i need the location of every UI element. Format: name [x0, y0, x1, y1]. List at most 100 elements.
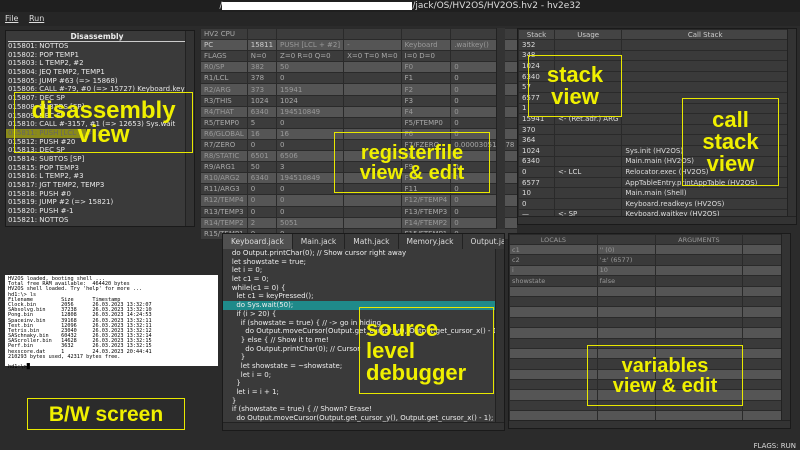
disassembly-line[interactable]: 015801: NOTTOS: [6, 42, 194, 51]
register-value[interactable]: 0: [450, 116, 519, 129]
register-value[interactable]: 0: [450, 216, 519, 229]
tab-main-jack[interactable]: Main.jack: [292, 234, 346, 249]
register-value[interactable]: [276, 27, 345, 41]
tab-keyboard-jack[interactable]: Keyboard.jack: [223, 234, 293, 249]
stack-scrollbar[interactable]: [787, 29, 796, 224]
register-value[interactable]: 1024: [276, 94, 345, 107]
register-value[interactable]: [343, 94, 402, 107]
register-value[interactable]: [343, 105, 402, 118]
call-stack-frame[interactable]: [621, 39, 789, 51]
code-line[interactable]: if (showstate = true) { // Shown? Erase!: [223, 405, 495, 414]
register-value[interactable]: 0: [450, 105, 519, 118]
register-value[interactable]: 50: [276, 61, 345, 74]
variable-value[interactable]: false: [596, 275, 656, 287]
code-line[interactable]: let c1 = keyPressed();: [223, 292, 495, 301]
disassembly-line[interactable]: 015803: L TEMP2, #2: [6, 59, 194, 68]
variable-value[interactable]: '±' (6577): [596, 254, 656, 266]
register-value[interactable]: [343, 83, 402, 96]
variable-value[interactable]: [596, 306, 656, 318]
register-value[interactable]: [343, 216, 402, 229]
disassembly-line[interactable]: 015821: NOTTOS: [6, 216, 194, 225]
register-value[interactable]: X=0 T=0 M=0: [343, 50, 402, 63]
call-stack-frame[interactable]: [621, 49, 789, 62]
register-value[interactable]: [450, 50, 519, 63]
stack-value[interactable]: 10: [518, 187, 555, 199]
stack-value[interactable]: 6577: [518, 176, 555, 189]
code-line[interactable]: let i = 0;: [223, 266, 495, 275]
menu-file[interactable]: File: [5, 14, 18, 23]
code-line[interactable]: do Output.printChar(0); // Show cursor r…: [223, 249, 495, 258]
register-value[interactable]: 1024: [246, 94, 278, 107]
register-value[interactable]: 0: [276, 205, 345, 218]
disassembly-line[interactable]: 015820: PUSH #-1: [6, 207, 194, 216]
disassembly-line[interactable]: 015805: JUMP #63 (=> 15868): [6, 77, 194, 86]
stack-value[interactable]: 0: [518, 166, 555, 178]
register-value[interactable]: [246, 27, 278, 41]
register-value[interactable]: [343, 27, 402, 41]
tab-math-jack[interactable]: Math.jack: [345, 234, 399, 249]
register-value[interactable]: 382: [246, 61, 278, 74]
register-value[interactable]: 15811: [246, 39, 278, 52]
tab-memory-jack[interactable]: Memory.jack: [398, 234, 463, 249]
register-value[interactable]: 0: [450, 205, 519, 218]
register-value[interactable]: 0: [450, 61, 519, 74]
register-value[interactable]: 6340: [246, 172, 278, 185]
register-value[interactable]: 0: [276, 72, 345, 85]
disassembly-line[interactable]: 015804: JEQ TEMP2, TEMP1: [6, 68, 194, 77]
editor-hscrollbar[interactable]: [223, 422, 504, 430]
variable-value[interactable]: [596, 327, 656, 339]
disassembly-line[interactable]: 015802: POP TEMP1: [6, 51, 194, 60]
stack-value[interactable]: 1024: [518, 144, 555, 157]
editor-scrollbar[interactable]: [495, 249, 504, 430]
code-line[interactable]: while(c1 = 0) {: [223, 284, 495, 293]
register-value[interactable]: 373: [246, 83, 278, 96]
register-value[interactable]: PUSH [LCL + #2]: [276, 39, 345, 52]
register-value[interactable]: 15941: [276, 83, 345, 96]
register-value[interactable]: 0: [450, 94, 519, 107]
register-value[interactable]: 0: [276, 194, 345, 207]
disassembly-line[interactable]: 015817: JGT TEMP2, TEMP3: [6, 181, 194, 190]
register-scrollbar[interactable]: [496, 28, 505, 229]
stack-value[interactable]: 6340: [518, 155, 555, 168]
disassembly-line[interactable]: 015819: JUMP #2 (=> 15821): [6, 198, 194, 207]
register-value[interactable]: [343, 72, 402, 85]
bw-screen[interactable]: HV2OS loaded, booting shell ... Total fre…: [5, 275, 218, 370]
register-value[interactable]: 0: [246, 183, 278, 196]
register-value[interactable]: 5051: [276, 216, 345, 229]
variable-value[interactable]: [596, 295, 656, 308]
call-stack-frame[interactable]: [621, 81, 789, 93]
variable-value[interactable]: [596, 285, 656, 297]
register-value[interactable]: [343, 116, 402, 129]
register-value[interactable]: [343, 61, 402, 74]
variables-column-header[interactable]: [596, 234, 656, 245]
code-line[interactable]: }: [223, 397, 495, 406]
register-value[interactable]: Z=0 R=0 Q=0: [276, 50, 345, 63]
stack-column-header[interactable]: Call Stack: [621, 29, 789, 40]
stack-value[interactable]: 352: [518, 39, 555, 51]
call-stack-frame[interactable]: [621, 60, 789, 72]
register-value[interactable]: 378: [246, 72, 278, 85]
register-value[interactable]: 6340: [246, 105, 278, 118]
register-value[interactable]: 0: [246, 205, 278, 218]
code-line[interactable]: let showstate = true;: [223, 258, 495, 267]
stack-value[interactable]: 364: [518, 134, 555, 146]
register-value[interactable]: [343, 205, 402, 218]
stack-column-header[interactable]: Usage: [553, 29, 623, 40]
register-value[interactable]: 16: [246, 127, 278, 140]
register-value[interactable]: N=0: [246, 50, 278, 63]
variables-hscrollbar[interactable]: [509, 420, 790, 428]
variable-value[interactable]: 10: [596, 264, 656, 277]
register-value[interactable]: 0: [246, 138, 278, 152]
register-value[interactable]: 0: [246, 194, 278, 207]
register-value[interactable]: 0: [276, 116, 345, 129]
disassembly-line[interactable]: 015818: PUSH #0: [6, 190, 194, 199]
call-stack-frame[interactable]: [621, 70, 789, 83]
disassembly-line[interactable]: 015816: L TEMP2, #3: [6, 172, 194, 181]
register-value[interactable]: 0: [450, 83, 519, 96]
register-value[interactable]: [450, 27, 519, 41]
variable-value[interactable]: [596, 316, 656, 329]
stack-column-header[interactable]: Stack: [518, 29, 555, 40]
register-value[interactable]: -: [343, 39, 402, 52]
menu-run[interactable]: Run: [29, 14, 44, 23]
disassembly-line[interactable]: 015815: POP TEMP3: [6, 164, 194, 173]
